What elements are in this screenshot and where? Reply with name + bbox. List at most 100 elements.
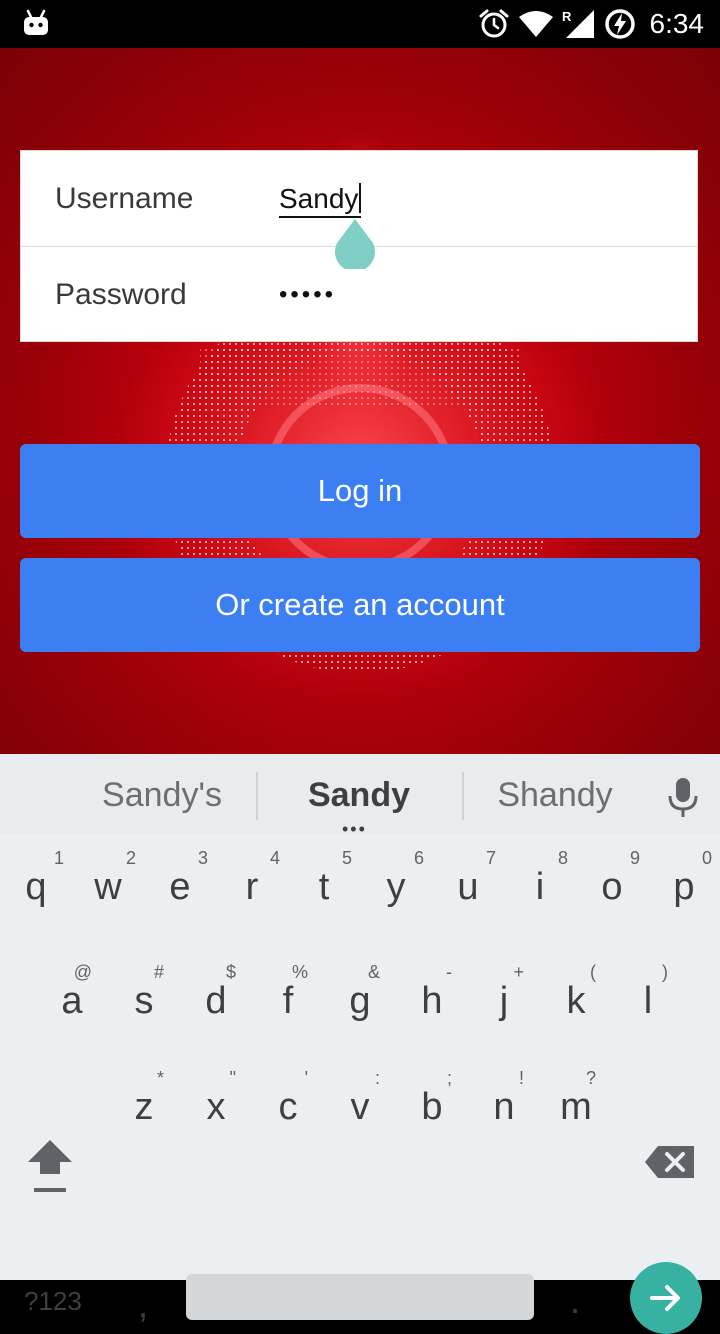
key-hint: ): [662, 962, 668, 982]
key-m[interactable]: m?: [540, 1048, 612, 1148]
key-hint: 8: [557, 848, 568, 868]
symbols-key[interactable]: ?123: [24, 1286, 82, 1317]
key-hint: ": [229, 1068, 236, 1088]
key-x[interactable]: x ": [180, 1048, 252, 1148]
key-b[interactable]: b;: [396, 1048, 468, 1148]
key-label: j: [499, 980, 509, 1022]
key-hint: +: [513, 962, 524, 982]
comma-key[interactable]: ,: [138, 1284, 148, 1326]
login-form: Username Sandy Password •••••: [20, 150, 698, 342]
key-n[interactable]: n!: [468, 1048, 540, 1148]
key-label: n: [493, 1086, 515, 1128]
suggestion-1[interactable]: Sandy's: [62, 776, 262, 815]
key-v[interactable]: v:: [324, 1048, 396, 1148]
key-a[interactable]: a @: [36, 940, 108, 1040]
key-hint: 6: [413, 848, 424, 868]
create-account-button[interactable]: Or create an account: [20, 558, 700, 652]
key-label: z: [134, 1086, 154, 1128]
space-bar[interactable]: [186, 1274, 534, 1320]
key-label: e: [169, 866, 191, 908]
key-p[interactable]: p0: [648, 834, 720, 934]
username-field[interactable]: Sandy: [279, 183, 362, 218]
key-label: d: [205, 980, 227, 1022]
suggestion-2[interactable]: Sandy: [259, 776, 459, 815]
key-label: i: [535, 866, 545, 908]
key-hint: 2: [125, 848, 136, 868]
key-label: p: [673, 866, 695, 908]
key-label: h: [421, 980, 443, 1022]
key-hint: !: [518, 1068, 524, 1088]
key-label: g: [349, 980, 371, 1022]
key-label: f: [282, 980, 294, 1022]
key-hint: 0: [701, 848, 712, 868]
key-label: s: [134, 980, 154, 1022]
key-u[interactable]: u7: [432, 834, 504, 934]
svg-text:R: R: [562, 9, 572, 24]
key-label: w: [94, 866, 122, 908]
username-row[interactable]: Username Sandy: [21, 151, 697, 269]
password-label: Password: [55, 278, 187, 311]
key-y[interactable]: y6: [360, 834, 432, 934]
key-c[interactable]: c ': [252, 1048, 324, 1148]
key-k[interactable]: k(: [540, 940, 612, 1040]
key-hint: @: [73, 962, 92, 982]
key-f[interactable]: f%: [252, 940, 324, 1040]
key-hint: 4: [269, 848, 280, 868]
key-hint: 5: [341, 848, 352, 868]
key-t[interactable]: t5: [288, 834, 360, 934]
more-suggestions-icon[interactable]: •••: [342, 820, 367, 838]
login-screen: Username Sandy Password ••••• Log in Or …: [0, 48, 720, 754]
key-r[interactable]: r4: [216, 834, 288, 934]
key-label: r: [245, 866, 259, 908]
signal-roaming-icon: R: [562, 9, 594, 38]
key-hint: ': [304, 1068, 308, 1088]
key-hint: ;: [446, 1068, 452, 1088]
key-label: o: [601, 866, 623, 908]
password-field[interactable]: •••••: [279, 281, 336, 309]
key-hint: #: [153, 962, 164, 982]
suggestion-3[interactable]: Shandy: [455, 776, 655, 815]
status-bar: R 6:34: [0, 0, 720, 48]
key-hint: 1: [53, 848, 64, 868]
key-g[interactable]: g &: [324, 940, 396, 1040]
key-hint: $: [225, 962, 236, 982]
login-button[interactable]: Log in: [20, 444, 700, 538]
password-row[interactable]: Password •••••: [21, 247, 697, 342]
key-label: u: [457, 866, 479, 908]
key-j[interactable]: j +: [468, 940, 540, 1040]
key-label: c: [278, 1086, 298, 1128]
key-h[interactable]: h-: [396, 940, 468, 1040]
key-z[interactable]: z *: [108, 1048, 180, 1148]
key-hint: 3: [197, 848, 208, 868]
shift-icon[interactable]: [24, 1134, 76, 1198]
battery-charging-icon: [604, 9, 635, 39]
key-label: k: [566, 980, 586, 1022]
key-s[interactable]: s #: [108, 940, 180, 1040]
key-hint: 7: [485, 848, 496, 868]
key-d[interactable]: d $: [180, 940, 252, 1040]
key-i[interactable]: i8: [504, 834, 576, 934]
key-label: a: [61, 980, 83, 1022]
android-icon: [24, 9, 48, 35]
suggestion-strip: Sandy's Sandy Shandy •••: [0, 754, 720, 838]
microphone-icon[interactable]: [665, 776, 701, 818]
key-label: b: [421, 1086, 443, 1128]
backspace-icon[interactable]: [644, 1144, 696, 1180]
key-label: q: [25, 866, 47, 908]
key-o[interactable]: o9: [576, 834, 648, 934]
key-label: v: [350, 1086, 370, 1128]
key-q[interactable]: q1: [0, 834, 72, 934]
key-hint: %: [291, 962, 308, 982]
key-w[interactable]: w2: [72, 834, 144, 934]
soft-keyboard: Sandy's Sandy Shandy ••• ?123 , . q1w2e3: [0, 754, 720, 1334]
wifi-icon: [518, 11, 553, 37]
arrow-right-icon: [650, 1285, 680, 1311]
key-e[interactable]: e3: [144, 834, 216, 934]
period-key[interactable]: .: [570, 1280, 580, 1322]
key-hint: -: [446, 962, 452, 982]
enter-key[interactable]: [630, 1262, 702, 1334]
username-label: Username: [55, 182, 194, 215]
key-hint: &: [367, 962, 380, 982]
key-l[interactable]: l): [612, 940, 684, 1040]
key-hint: 9: [629, 848, 640, 868]
